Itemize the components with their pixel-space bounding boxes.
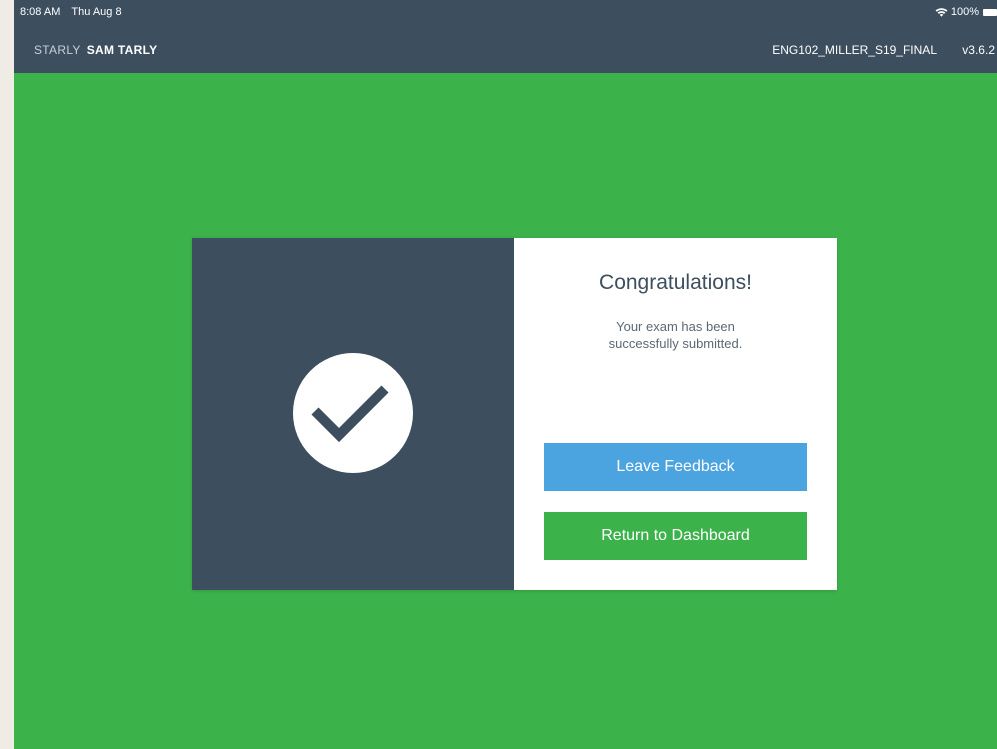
user-name: SAM TARLY <box>86 43 158 57</box>
app-version: v3.6.2 <box>962 43 995 57</box>
top-bar: 8:08 AM Thu Aug 8 100% STARLY SAM TARLY E… <box>14 0 997 73</box>
return-to-dashboard-button[interactable]: Return to Dashboard <box>544 512 807 560</box>
checkmark-icon <box>293 353 413 473</box>
battery-level: 100% <box>950 6 979 18</box>
dialog-message: Your exam has been successfully submitte… <box>554 318 797 352</box>
dialog-content-panel: Congratulations! Your exam has been succ… <box>514 238 837 590</box>
status-date: Thu Aug 8 <box>71 6 122 18</box>
message-line-1: Your exam has been <box>616 319 735 334</box>
dialog-title: Congratulations! <box>599 271 752 294</box>
battery-icon <box>983 8 997 16</box>
submission-dialog: Congratulations! Your exam has been succ… <box>192 238 837 590</box>
app-brand: STARLY SAM TARLY <box>34 43 157 57</box>
status-time: 8:08 AM <box>20 6 61 18</box>
app-screen: 8:08 AM Thu Aug 8 100% STARLY SAM TARLY E… <box>14 0 997 749</box>
status-bar-left: 8:08 AM Thu Aug 8 <box>20 6 122 18</box>
leave-feedback-button[interactable]: Leave Feedback <box>544 443 807 491</box>
brand-name: STARLY <box>34 43 81 57</box>
dialog-icon-panel <box>192 238 514 590</box>
wifi-icon <box>935 7 948 17</box>
message-line-2: successfully submitted. <box>608 336 743 351</box>
status-bar-right: 100% <box>935 6 997 18</box>
exam-code: ENG102_MILLER_S19_FINAL <box>772 43 937 57</box>
